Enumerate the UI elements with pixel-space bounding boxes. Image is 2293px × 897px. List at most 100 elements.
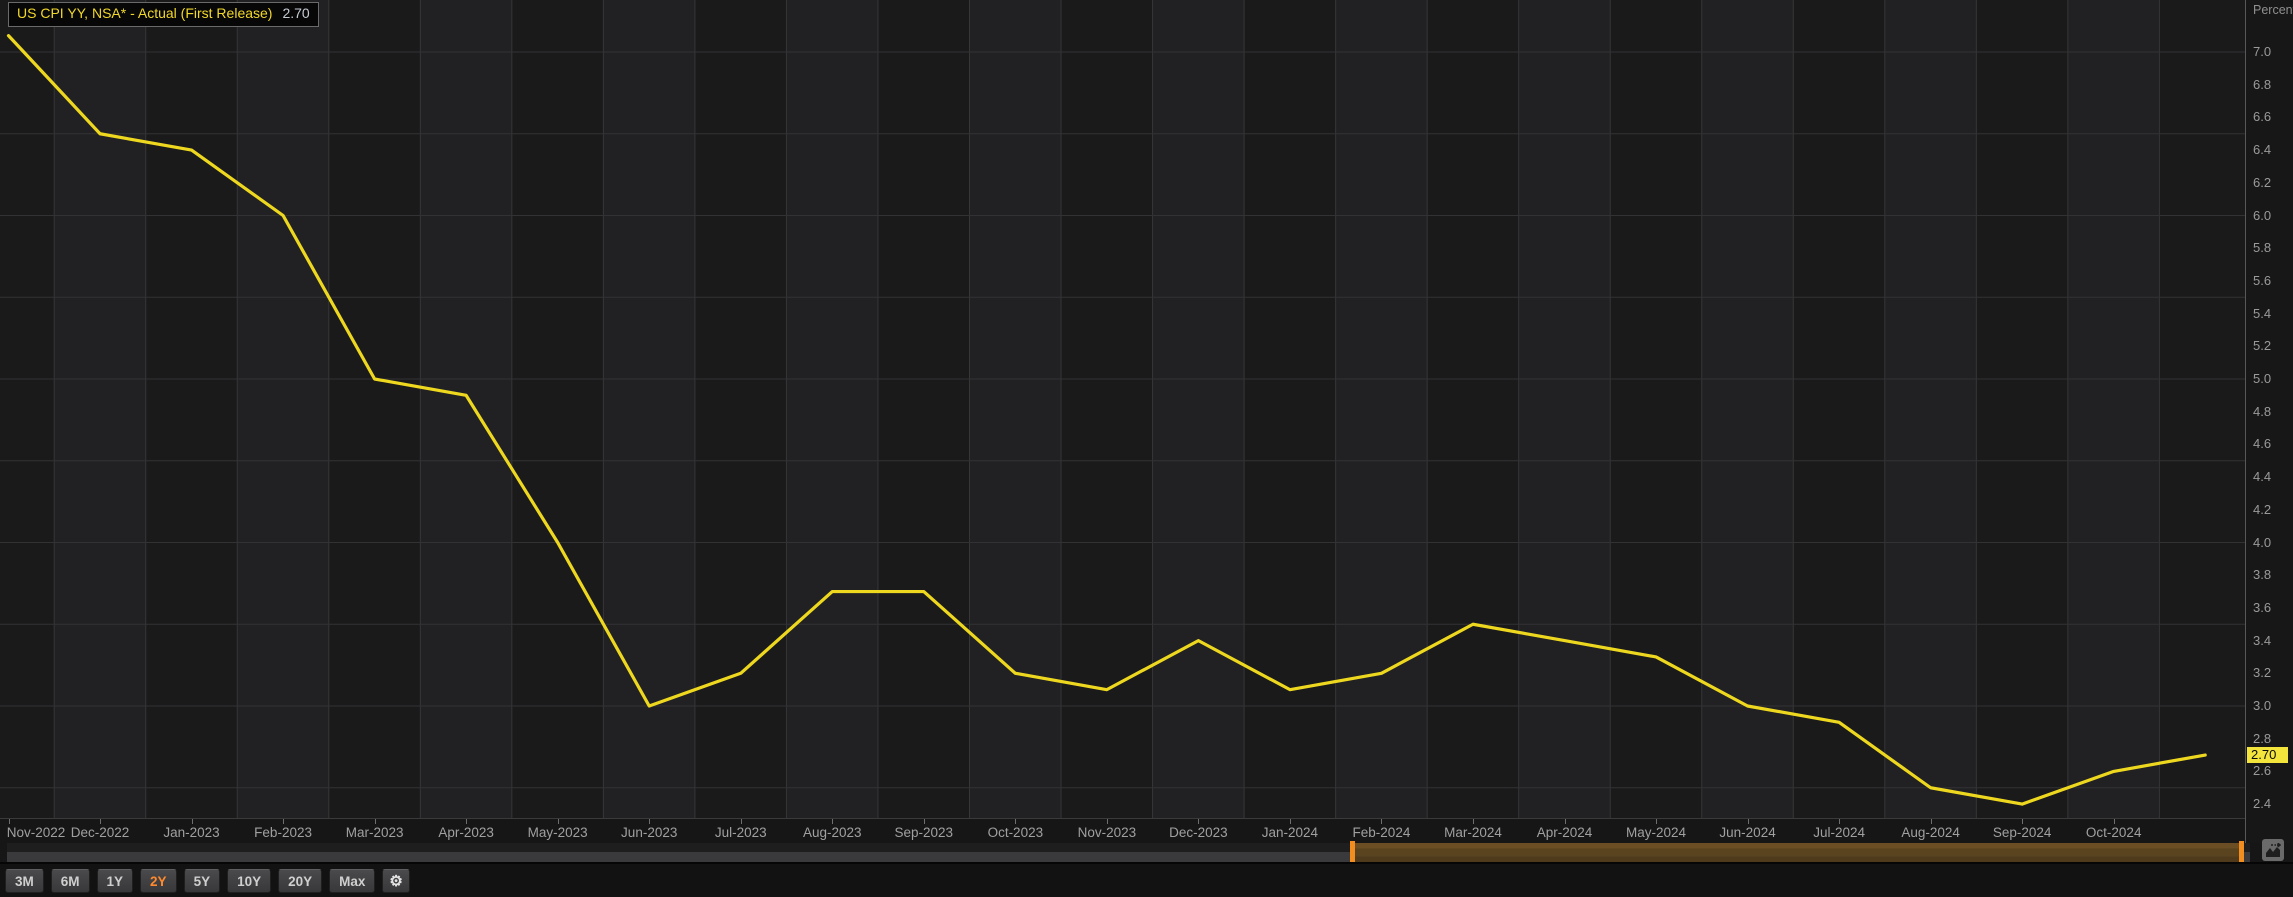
- grid-band: [54, 0, 146, 818]
- grid-band: [1336, 0, 1428, 818]
- x-axis-tick-mark: [1565, 819, 1566, 824]
- x-axis-tick-mark: [192, 819, 193, 824]
- x-axis: Nov-2022Dec-2022Jan-2023Feb-2023Mar-2023…: [0, 818, 2245, 844]
- x-axis-tick-label: Nov-2023: [1078, 825, 1137, 840]
- range-button-max[interactable]: Max: [329, 869, 375, 893]
- jump-to-latest-button[interactable]: [2262, 839, 2284, 861]
- range-button-6m[interactable]: 6M: [51, 869, 90, 893]
- x-axis-tick-label: Jan-2024: [1262, 825, 1318, 840]
- range-toolbar: 3M 6M 1Y2Y 5Y10Y 20Y Max ⚙: [5, 869, 410, 893]
- range-button-20y[interactable]: 20Y: [278, 869, 322, 893]
- x-axis-tick-label: Apr-2024: [1537, 825, 1593, 840]
- x-axis-tick-mark: [924, 819, 925, 824]
- y-axis-tick-label: 5.6: [2253, 273, 2271, 289]
- x-axis-tick-mark: [741, 819, 742, 824]
- y-axis-tick-label: 5.4: [2253, 306, 2271, 322]
- y-axis-tick-label: 4.2: [2253, 502, 2271, 518]
- x-axis-tick-mark: [649, 819, 650, 824]
- grid-band: [420, 0, 512, 818]
- x-axis-tick-mark: [1290, 819, 1291, 824]
- x-axis-tick-label: Jun-2023: [621, 825, 677, 840]
- y-axis-tick-label: 4.4: [2253, 469, 2271, 485]
- grid-band: [1976, 0, 2068, 818]
- gear-icon: ⚙: [389, 872, 402, 890]
- x-axis-tick-label: Jul-2024: [1813, 825, 1865, 840]
- grid-band: [1061, 0, 1153, 818]
- y-axis-tick-label: 6.0: [2253, 208, 2271, 224]
- x-axis-tick-mark: [558, 819, 559, 824]
- x-axis-tick-label: Sep-2024: [1993, 825, 2052, 840]
- plot-area[interactable]: [0, 0, 2245, 818]
- x-axis-tick-label: Jun-2024: [1719, 825, 1775, 840]
- grid-band: [970, 0, 1062, 818]
- x-axis-tick-mark: [9, 819, 10, 824]
- y-axis-tick-label: 4.0: [2253, 535, 2271, 551]
- x-axis-tick-label: Feb-2024: [1353, 825, 1411, 840]
- scrollbar-left-handle[interactable]: [1350, 841, 1355, 864]
- grid-band: [786, 0, 878, 818]
- x-axis-tick-label: Apr-2023: [438, 825, 494, 840]
- x-axis-tick-label: Dec-2023: [1169, 825, 1228, 840]
- y-axis-tick-label: 6.6: [2253, 109, 2271, 125]
- y-axis-tick-label: 5.8: [2253, 240, 2271, 256]
- settings-button[interactable]: ⚙: [382, 869, 409, 893]
- x-axis-tick-label: May-2024: [1626, 825, 1686, 840]
- x-axis-tick-label: Dec-2022: [71, 825, 130, 840]
- y-axis-tick-label: 3.0: [2253, 698, 2271, 714]
- y-axis-tick-label: 2.8: [2253, 731, 2271, 747]
- grid-band: [1793, 0, 1885, 818]
- grid-band: [237, 0, 329, 818]
- grid-band: [1244, 0, 1336, 818]
- y-axis-tick-label: 2.4: [2253, 796, 2271, 812]
- x-axis-tick-label: Jul-2023: [715, 825, 767, 840]
- y-axis-title: Percent: [2253, 3, 2293, 17]
- grid-band: [2068, 0, 2160, 818]
- last-value-badge: 2.70: [2247, 747, 2288, 763]
- x-axis-tick-mark: [1107, 819, 1108, 824]
- grid-band: [1153, 0, 1245, 818]
- range-button-1y[interactable]: 1Y: [97, 869, 134, 893]
- x-axis-tick-label: Oct-2024: [2086, 825, 2142, 840]
- scrollbar-selected-range[interactable]: [1350, 843, 2244, 862]
- x-axis-tick-mark: [1198, 819, 1199, 824]
- range-button-10y[interactable]: 10Y: [227, 869, 271, 893]
- y-axis-tick-label: 3.8: [2253, 567, 2271, 583]
- y-axis-tick-label: 5.2: [2253, 338, 2271, 354]
- grid-band: [878, 0, 970, 818]
- x-axis-tick-mark: [1839, 819, 1840, 824]
- y-axis-tick-label: 6.4: [2253, 142, 2271, 158]
- x-axis-tick-mark: [1473, 819, 1474, 824]
- grid-band: [1610, 0, 1702, 818]
- bottom-toolbar-strip: 3M 6M 1Y2Y 5Y10Y 20Y Max ⚙: [0, 862, 2293, 897]
- x-axis-tick-label: Aug-2024: [1901, 825, 1960, 840]
- series-label: US CPI YY, NSA* - Actual (First Release): [17, 5, 272, 21]
- y-axis-tick-label: 6.8: [2253, 77, 2271, 93]
- grid-band: [695, 0, 787, 818]
- timeline-scrollbar[interactable]: [7, 843, 2250, 862]
- range-button-3m[interactable]: 3M: [5, 869, 44, 893]
- chart-arrow-icon: [2265, 843, 2281, 858]
- y-axis-tick-label: 3.4: [2253, 633, 2271, 649]
- x-axis-tick-mark: [832, 819, 833, 824]
- y-axis-tick-label: 6.2: [2253, 175, 2271, 191]
- y-axis-tick-label: 2.6: [2253, 763, 2271, 779]
- scrollbar-right-handle[interactable]: [2239, 841, 2244, 864]
- x-axis-tick-label: Nov-2022: [7, 825, 66, 840]
- x-axis-tick-label: Jan-2023: [163, 825, 219, 840]
- x-axis-tick-label: Sep-2023: [895, 825, 954, 840]
- grid-band: [1885, 0, 1977, 818]
- series-legend-tooltip[interactable]: US CPI YY, NSA* - Actual (First Release)…: [8, 2, 319, 27]
- x-axis-tick-label: May-2023: [528, 825, 588, 840]
- range-button-2y[interactable]: 2Y: [140, 869, 177, 893]
- grid-band: [146, 0, 238, 818]
- x-axis-tick-label: Oct-2023: [988, 825, 1044, 840]
- y-axis-tick-label: 4.8: [2253, 404, 2271, 420]
- grid-band: [1702, 0, 1794, 818]
- x-axis-tick-label: Mar-2024: [1444, 825, 1502, 840]
- x-axis-tick-mark: [283, 819, 284, 824]
- y-axis-tick-label: 4.6: [2253, 436, 2271, 452]
- grid-band: [1427, 0, 1519, 818]
- x-axis-tick-mark: [1748, 819, 1749, 824]
- grid-band: [0, 0, 54, 818]
- range-button-5y[interactable]: 5Y: [184, 869, 221, 893]
